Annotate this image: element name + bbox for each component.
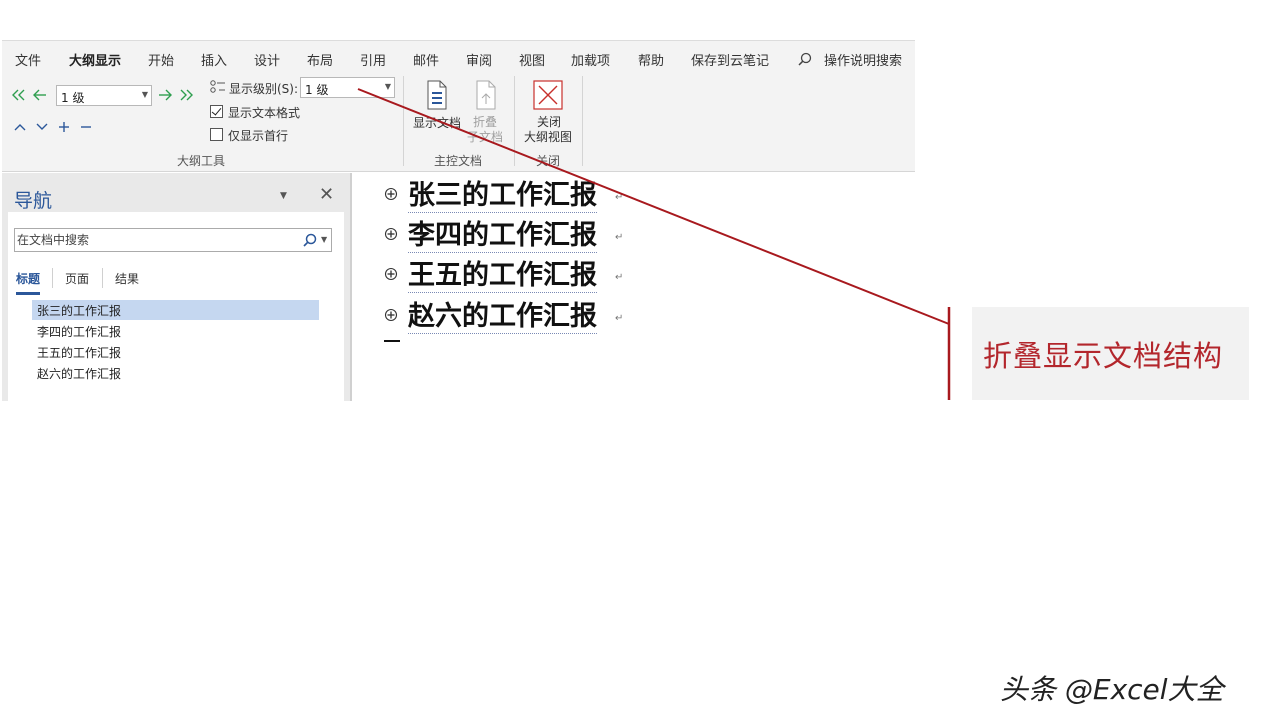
tab-results[interactable]: 结果 bbox=[115, 270, 139, 287]
callout-box: 折叠显示文档结构 bbox=[972, 307, 1249, 400]
collapse-subdocuments-icon bbox=[476, 80, 496, 110]
tab-pages[interactable]: 页面 bbox=[65, 270, 89, 287]
nav-heading-item[interactable]: 李四的工作汇报 bbox=[32, 321, 319, 341]
tab-addins[interactable]: 加载项 bbox=[571, 50, 610, 69]
tab-divider bbox=[102, 268, 103, 288]
master-document-group-label: 主控文档 bbox=[434, 154, 483, 168]
text-cursor bbox=[384, 340, 400, 342]
outline-heading-text[interactable]: 王五的工作汇报 bbox=[408, 260, 597, 293]
expand-bullet-icon[interactable] bbox=[384, 267, 398, 281]
ribbon-tab-bar: 文件 大纲显示 开始 插入 设计 布局 引用 邮件 审阅 视图 加载项 帮助 保… bbox=[2, 40, 915, 75]
show-level-select[interactable]: 1 级 ▼ bbox=[300, 77, 395, 98]
search-icon bbox=[798, 52, 812, 66]
tab-view[interactable]: 视图 bbox=[519, 50, 545, 69]
chevron-down-icon: ▼ bbox=[384, 82, 391, 91]
show-text-format-checkbox[interactable] bbox=[210, 105, 223, 118]
search-icon[interactable] bbox=[303, 233, 317, 247]
collapse-subdocuments-line2: 子文档 bbox=[467, 130, 504, 144]
demote-to-body-text-icon[interactable] bbox=[178, 88, 194, 102]
outline-heading-text[interactable]: 赵六的工作汇报 bbox=[408, 301, 597, 334]
group-divider bbox=[403, 76, 404, 166]
document-search-input[interactable] bbox=[17, 231, 287, 249]
document-search-box[interactable]: ▼ bbox=[14, 228, 332, 252]
tab-help[interactable]: 帮助 bbox=[638, 50, 664, 69]
expand-icon[interactable] bbox=[57, 121, 71, 133]
tab-design[interactable]: 设计 bbox=[254, 50, 280, 69]
close-outline-line2[interactable]: 大纲视图 bbox=[524, 128, 572, 145]
paragraph-mark-icon: ↵ bbox=[615, 272, 624, 283]
show-level-value: 1 级 bbox=[305, 83, 329, 97]
close-outline-view-icon[interactable] bbox=[533, 80, 563, 110]
tab-layout[interactable]: 布局 bbox=[307, 50, 333, 69]
promote-to-heading1-icon[interactable] bbox=[11, 88, 27, 102]
chevron-down-icon[interactable]: ▼ bbox=[280, 191, 287, 201]
document-area[interactable]: 张三的工作汇报 ↵ 李四的工作汇报 ↵ 王五的工作汇报 ↵ 赵六的工作汇报 ↵ bbox=[350, 173, 915, 401]
watermark: 头条 @Excel大全 bbox=[1000, 673, 1224, 706]
close-icon[interactable]: ✕ bbox=[319, 184, 334, 205]
move-down-icon[interactable] bbox=[35, 121, 49, 133]
tab-insert[interactable]: 插入 bbox=[201, 50, 227, 69]
demote-icon[interactable] bbox=[157, 88, 173, 102]
tab-home[interactable]: 开始 bbox=[148, 50, 174, 69]
chevron-down-icon[interactable]: ▼ bbox=[321, 235, 327, 244]
tab-outline[interactable]: 大纲显示 bbox=[67, 50, 123, 75]
tell-me-label: 操作说明搜索 bbox=[824, 54, 903, 69]
callout-text: 折叠显示文档结构 bbox=[983, 339, 1224, 373]
show-document-button[interactable]: 显示文档 bbox=[413, 114, 461, 131]
paragraph-mark-icon: ↵ bbox=[615, 192, 624, 203]
show-level-icon bbox=[210, 80, 225, 93]
tab-references[interactable]: 引用 bbox=[360, 50, 386, 69]
tab-headings[interactable]: 标题 bbox=[16, 270, 41, 295]
group-divider bbox=[582, 76, 583, 166]
expand-bullet-icon[interactable] bbox=[384, 308, 398, 322]
outline-tools-group-label: 大纲工具 bbox=[177, 154, 226, 168]
chevron-down-icon: ▼ bbox=[141, 90, 148, 99]
tab-file[interactable]: 文件 bbox=[15, 50, 41, 69]
show-text-format-label: 显示文本格式 bbox=[228, 106, 301, 120]
expand-bullet-icon[interactable] bbox=[384, 227, 398, 241]
tab-divider bbox=[52, 268, 53, 288]
move-up-icon[interactable] bbox=[13, 121, 27, 133]
navigation-content: ▼ 标题 页面 结果 张三的工作汇报 李四的工作汇报 王五的工作汇报 赵六的工作… bbox=[8, 212, 344, 401]
outline-level-value: 1 级 bbox=[61, 91, 85, 105]
expand-bullet-icon[interactable] bbox=[384, 187, 398, 201]
tab-save-cloud-note[interactable]: 保存到云笔记 bbox=[691, 50, 769, 69]
show-document-icon bbox=[427, 80, 447, 110]
paragraph-mark-icon: ↵ bbox=[615, 313, 624, 324]
navigation-pane: 导航 ▼ ✕ ▼ 标题 页面 结果 张三的工作汇报 李四的工作汇报 王五的工作汇… bbox=[2, 173, 350, 401]
first-line-only-label: 仅显示首行 bbox=[228, 129, 289, 143]
nav-heading-item[interactable]: 张三的工作汇报 bbox=[32, 300, 319, 320]
group-divider bbox=[514, 76, 515, 166]
show-level-label: 显示级别(S): bbox=[229, 82, 299, 96]
collapse-icon[interactable] bbox=[79, 121, 93, 133]
tab-mailings[interactable]: 邮件 bbox=[413, 50, 439, 69]
word-window: 文件 大纲显示 开始 插入 设计 布局 引用 邮件 审阅 视图 加载项 帮助 保… bbox=[2, 40, 915, 401]
nav-heading-item[interactable]: 王五的工作汇报 bbox=[32, 342, 319, 362]
close-group-label: 关闭 bbox=[536, 154, 561, 168]
nav-heading-item[interactable]: 赵六的工作汇报 bbox=[32, 363, 319, 383]
tab-review[interactable]: 审阅 bbox=[466, 50, 492, 69]
outline-heading-text[interactable]: 张三的工作汇报 bbox=[408, 180, 597, 213]
first-line-only-checkbox[interactable] bbox=[210, 128, 223, 141]
outline-heading-text[interactable]: 李四的工作汇报 bbox=[408, 220, 597, 253]
paragraph-mark-icon: ↵ bbox=[615, 232, 624, 243]
outline-level-select[interactable]: 1 级 ▼ bbox=[56, 85, 152, 106]
promote-icon[interactable] bbox=[32, 88, 48, 102]
ribbon: 1 级 ▼ 显示级别(S): 1 级 ▼ 显示文本格式 仅显示首行 大纲工具 显… bbox=[2, 72, 915, 172]
navigation-title: 导航 bbox=[14, 190, 53, 212]
